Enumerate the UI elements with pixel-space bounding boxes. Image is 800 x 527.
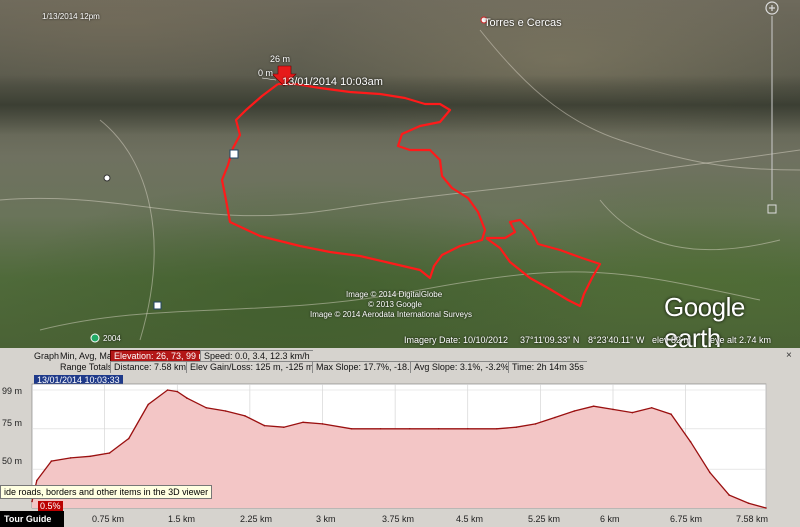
x-tick-2.25: 2.25 km	[240, 514, 273, 524]
x-tick-3: 3 km	[316, 514, 336, 524]
percent-tag: 0.5%	[38, 501, 63, 511]
elevation-point	[379, 428, 382, 430]
elevation-point	[205, 407, 208, 409]
map-timestamp: 1/13/2014 12pm	[42, 12, 100, 21]
x-tick-4.5: 4.5 km	[456, 514, 484, 524]
y-tick-99: 99 m	[2, 386, 23, 396]
map-viewport[interactable]: 1/13/2014 12pm Torres e Cercas 26 m 0 m …	[0, 0, 800, 348]
x-tick-3.75: 3.75 km	[382, 514, 415, 524]
tooltip: ide roads, borders and other items in th…	[0, 485, 213, 499]
x-tick-5.25: 5.25 km	[528, 514, 561, 524]
road-marker-icon[interactable]	[90, 333, 100, 343]
elevation-point	[554, 416, 556, 419]
elevation-point	[186, 397, 188, 399]
elevation-point	[283, 426, 285, 428]
elevation-point	[224, 410, 227, 412]
marker-value-top: 26 m	[270, 54, 291, 64]
elevation-point	[534, 423, 537, 425]
graph-label: Graph	[34, 351, 60, 361]
elevation-point	[69, 457, 72, 459]
elevation-point	[612, 408, 614, 411]
elevation-point	[263, 424, 266, 427]
elevation-point	[728, 494, 730, 496]
attribution-3: Image © 2014 Aerodata International Surv…	[310, 310, 472, 319]
y-tick-50: 50 m	[2, 456, 23, 466]
max-slope-field: Max Slope: 17.7%, -18.6%	[312, 361, 426, 373]
x-tick-7.58: 7.58 km	[736, 514, 769, 524]
attribution-2: © 2013 Google	[368, 300, 422, 309]
x-tick-0.75: 0.75 km	[92, 514, 125, 524]
elevation-point	[166, 389, 169, 391]
elevation-point	[765, 507, 767, 509]
eye-altitude: eye alt 2.74 km	[710, 335, 772, 345]
elevation-point	[650, 407, 653, 409]
longitude: 8°23'40.11" W	[588, 335, 645, 345]
zoom-slider[interactable]	[764, 0, 780, 220]
elevation-point	[631, 411, 634, 414]
graph-mode[interactable]: Min, Avg, Max	[60, 351, 116, 361]
elevation-point	[573, 410, 576, 412]
x-tick-6: 6 km	[600, 514, 620, 524]
elevation-point	[350, 428, 353, 430]
elevation-point	[408, 428, 411, 430]
elevation-point	[592, 405, 595, 407]
place-label[interactable]: Torres e Cercas	[484, 17, 562, 29]
elevation-point	[515, 426, 517, 428]
tour-guide-button[interactable]: Tour Guide	[0, 511, 64, 527]
x-tick-1.5: 1.5 km	[168, 514, 196, 524]
close-icon[interactable]: ×	[786, 350, 792, 361]
elevation-point	[128, 437, 130, 440]
marker-datetime: 13/01/2014 10:03am	[282, 76, 383, 88]
elevation-point	[670, 413, 672, 415]
elevation-point	[747, 502, 750, 504]
elevation-point	[89, 455, 91, 458]
range-totals-label: Range Totals:	[60, 362, 115, 372]
elevation-point	[437, 428, 440, 430]
x-tick-6.75: 6.75 km	[670, 514, 703, 524]
road-number: 2004	[103, 334, 121, 343]
elevation-point	[302, 421, 304, 424]
elevation-point	[50, 460, 53, 462]
poi-icon[interactable]	[229, 149, 239, 159]
time-field: Time: 2h 14m 35s	[508, 361, 587, 373]
zoom-out-icon[interactable]	[767, 204, 777, 214]
avg-slope-field: Avg Slope: 3.1%, -3.2%	[410, 361, 512, 373]
y-tick-75: 75 m	[2, 418, 23, 428]
elevation-point	[321, 423, 324, 425]
distance-field: Distance: 7.58 km	[110, 361, 190, 373]
poi-icon-2[interactable]	[153, 301, 162, 310]
elevation-point	[176, 390, 179, 393]
elev-gain-loss-field: Elev Gain/Loss: 125 m, -125 m	[186, 361, 317, 373]
elevation-point	[244, 415, 246, 417]
attribution-1: Image © 2014 DigitalGlobe	[346, 290, 443, 299]
imagery-date: Imagery Date: 10/10/2012	[404, 335, 509, 345]
elevation-point	[467, 428, 469, 430]
elevation-point	[36, 479, 38, 482]
elevation-point	[147, 403, 149, 406]
marker-value-bottom: 0 m	[258, 68, 274, 78]
elevation-point	[108, 452, 111, 454]
route-node-icon[interactable]	[103, 174, 111, 182]
latitude: 37°11'09.33" N	[520, 335, 580, 345]
elevation-point	[496, 428, 498, 430]
elevation-point	[689, 440, 692, 443]
elevation-point	[709, 471, 711, 474]
elevation-point	[31, 500, 33, 503]
elevation-readout: elev 82 m	[652, 335, 692, 345]
